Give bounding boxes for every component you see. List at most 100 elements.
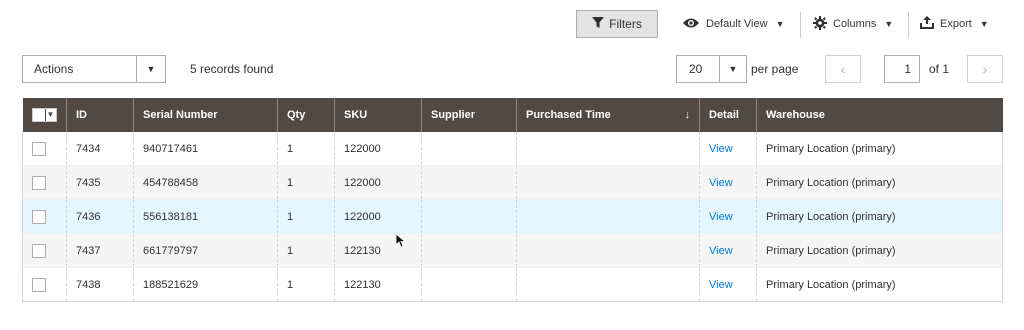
cell-id: 7434	[66, 132, 134, 166]
table-row: 7436 556138181 1 122000 View Primary Loc…	[22, 199, 1003, 234]
total-pages-label: of 1	[929, 62, 950, 76]
mass-select-header: ▼	[22, 98, 67, 132]
view-link[interactable]: View	[709, 177, 733, 189]
cell-warehouse: Primary Location (primary)	[756, 267, 1003, 302]
cell-warehouse: Primary Location (primary)	[756, 165, 1003, 200]
cell-supplier	[421, 267, 517, 302]
cell-serial-number: 556138181	[133, 199, 278, 234]
current-page-input[interactable]: 1	[884, 55, 920, 83]
toolbar-divider	[908, 12, 909, 38]
column-header-warehouse[interactable]: Warehouse	[756, 98, 1003, 132]
column-header-supplier[interactable]: Supplier	[421, 98, 517, 132]
filters-label: Filters	[609, 17, 642, 31]
serial-number-grid: ▼ ID Serial Number Qty SKU Supplier Purc…	[22, 98, 1003, 302]
column-header-purchased-time[interactable]: Purchased Time ↓	[516, 98, 700, 132]
cell-purchased-time	[516, 132, 700, 166]
cell-detail: View	[699, 165, 757, 200]
actions-label: Actions	[34, 62, 74, 76]
row-select-cell	[22, 233, 67, 268]
columns-dropdown[interactable]: Columns ▼	[813, 10, 893, 38]
view-link[interactable]: View	[709, 245, 733, 257]
cell-serial-number: 661779797	[133, 233, 278, 268]
per-page-select[interactable]: 20 ▼	[676, 55, 747, 83]
column-header-serial-number[interactable]: Serial Number	[133, 98, 278, 132]
chevron-down-icon: ▼	[775, 19, 785, 29]
cell-id: 7436	[66, 199, 134, 234]
next-page-button[interactable]: ›	[967, 55, 1003, 83]
cell-id: 7437	[66, 233, 134, 268]
row-select-cell	[22, 199, 67, 234]
cell-warehouse: Primary Location (primary)	[756, 132, 1003, 166]
per-page-label: per page	[751, 62, 799, 76]
cell-supplier	[421, 199, 517, 234]
cell-warehouse: Primary Location (primary)	[756, 233, 1003, 268]
cell-detail: View	[699, 132, 757, 166]
cell-qty: 1	[277, 199, 335, 234]
grid-header-row: ▼ ID Serial Number Qty SKU Supplier Purc…	[22, 98, 1003, 132]
table-row: 7437 661779797 1 122130 View Primary Loc…	[22, 233, 1003, 268]
cell-qty: 1	[277, 233, 335, 268]
view-link[interactable]: View	[709, 279, 733, 291]
chevron-down-icon: ▼	[884, 19, 894, 29]
cell-serial-number: 454788458	[133, 165, 278, 200]
row-select-cell	[22, 267, 67, 302]
cell-id: 7438	[66, 267, 134, 302]
per-page-value: 20	[689, 62, 703, 76]
cell-supplier	[421, 165, 517, 200]
column-header-id[interactable]: ID	[66, 98, 134, 132]
grid-toolbar-top: Filters Default View ▼ Columns ▼ Export …	[0, 8, 1024, 40]
row-checkbox[interactable]	[32, 243, 46, 258]
cell-sku: 122000	[334, 199, 422, 234]
view-dropdown[interactable]: Default View ▼	[682, 10, 784, 38]
export-icon	[920, 16, 934, 32]
chevron-down-icon: ▼	[979, 19, 989, 29]
cell-supplier	[421, 233, 517, 268]
row-checkbox[interactable]	[32, 277, 46, 292]
cell-qty: 1	[277, 165, 335, 200]
cell-detail: View	[699, 199, 757, 234]
chevron-left-icon: ‹	[840, 61, 846, 77]
records-found-count: 5 records found	[190, 62, 274, 76]
chevron-right-icon: ›	[982, 61, 988, 77]
row-select-cell	[22, 165, 67, 200]
column-header-purchased-time-label: Purchased Time	[526, 109, 611, 121]
view-label: Default View	[706, 18, 768, 30]
cell-purchased-time	[516, 165, 700, 200]
funnel-icon	[592, 16, 605, 32]
cell-detail: View	[699, 267, 757, 302]
chevron-down-icon: ▼	[719, 56, 746, 82]
cell-sku: 122000	[334, 165, 422, 200]
cell-id: 7435	[66, 165, 134, 200]
actions-dropdown[interactable]: Actions ▼	[22, 55, 166, 83]
row-checkbox[interactable]	[32, 175, 46, 190]
filters-button[interactable]: Filters	[576, 10, 658, 38]
cell-purchased-time	[516, 199, 700, 234]
cell-qty: 1	[277, 267, 335, 302]
eye-icon	[682, 17, 700, 32]
cell-purchased-time	[516, 267, 700, 302]
cell-serial-number: 188521629	[133, 267, 278, 302]
column-header-sku[interactable]: SKU	[334, 98, 422, 132]
sort-descending-icon: ↓	[684, 109, 691, 121]
view-link[interactable]: View	[709, 211, 733, 223]
product-serial-grid-page: Filters Default View ▼ Columns ▼ Export …	[0, 0, 1024, 330]
cell-supplier	[421, 132, 517, 166]
export-label: Export	[940, 18, 972, 30]
table-row: 7434 940717461 1 122000 View Primary Loc…	[22, 132, 1003, 166]
previous-page-button[interactable]: ‹	[825, 55, 861, 83]
cell-serial-number: 940717461	[133, 132, 278, 166]
export-dropdown[interactable]: Export ▼	[920, 10, 989, 38]
cell-qty: 1	[277, 132, 335, 166]
cell-purchased-time	[516, 233, 700, 268]
cell-sku: 122130	[334, 233, 422, 268]
mass-select-checkbox[interactable]: ▼	[31, 107, 57, 122]
view-link[interactable]: View	[709, 143, 733, 155]
row-checkbox[interactable]	[32, 141, 46, 156]
cell-sku: 122000	[334, 132, 422, 166]
column-header-qty[interactable]: Qty	[277, 98, 335, 132]
column-header-detail[interactable]: Detail	[699, 98, 757, 132]
gear-icon	[813, 15, 827, 33]
chevron-down-icon: ▼	[136, 56, 165, 82]
table-row: 7438 188521629 1 122130 View Primary Loc…	[22, 267, 1003, 302]
row-checkbox[interactable]	[32, 209, 46, 224]
